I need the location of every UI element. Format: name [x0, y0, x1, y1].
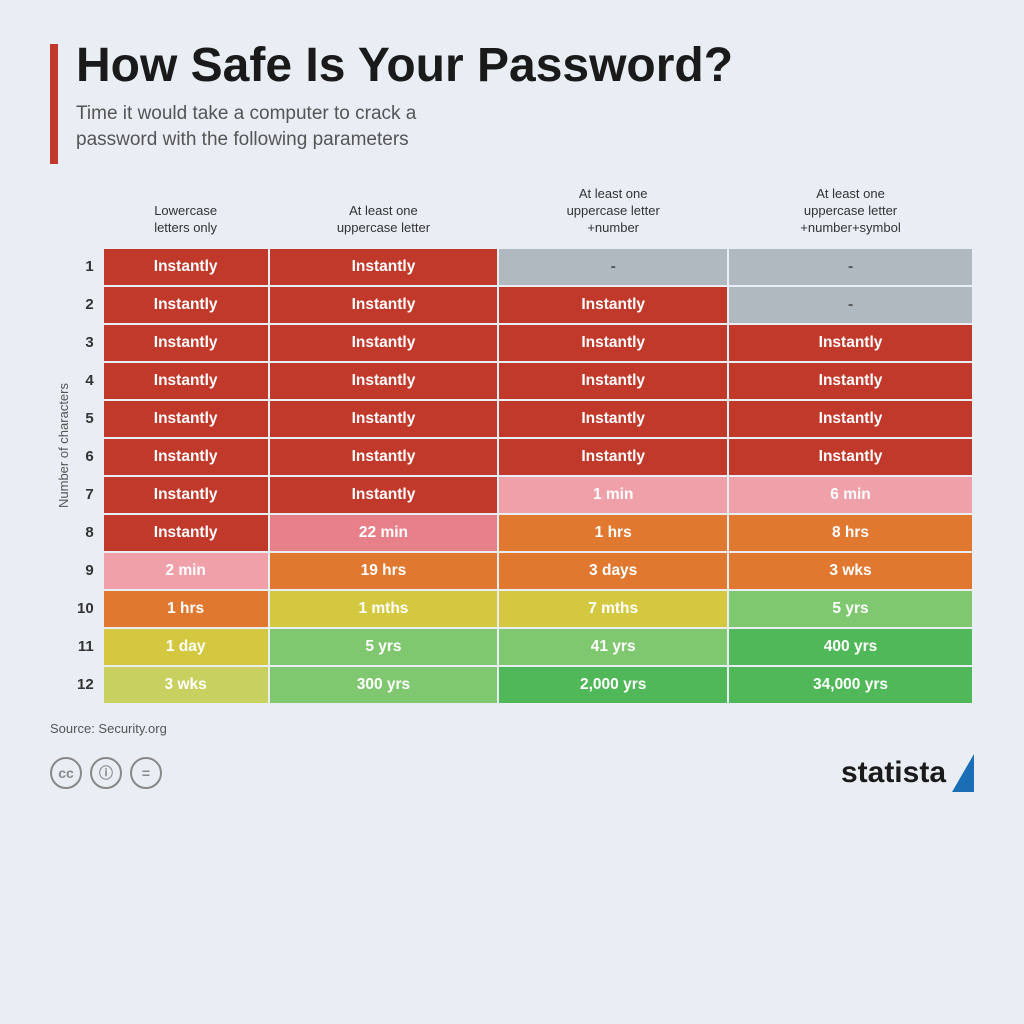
password-table: Lowercaseletters only At least oneupperc…	[71, 186, 974, 705]
row-number: 2	[71, 286, 103, 324]
table-cell: Instantly	[103, 514, 269, 552]
table-cell: Instantly	[103, 324, 269, 362]
table-cell: 3 wks	[728, 552, 973, 590]
table-row: 123 wks300 yrs2,000 yrs34,000 yrs	[71, 666, 973, 704]
table-row: 1InstantlyInstantly--	[71, 248, 973, 286]
title-text: How Safe Is Your Password? Time it would…	[76, 40, 733, 154]
table-cell: 300 yrs	[269, 666, 499, 704]
table-cell: 2,000 yrs	[498, 666, 728, 704]
table-cell: Instantly	[498, 362, 728, 400]
row-number: 3	[71, 324, 103, 362]
table-row: 8Instantly22 min1 hrs8 hrs	[71, 514, 973, 552]
table-container: Lowercaseletters only At least oneupperc…	[71, 186, 974, 705]
table-cell: 8 hrs	[728, 514, 973, 552]
source-text: Source: Security.org	[50, 721, 167, 736]
table-cell: Instantly	[103, 400, 269, 438]
table-cell: 2 min	[103, 552, 269, 590]
header-uppercase-number-symbol: At least oneuppercase letter+number+symb…	[728, 186, 973, 248]
table-row: 3InstantlyInstantlyInstantlyInstantly	[71, 324, 973, 362]
table-cell: Instantly	[269, 362, 499, 400]
table-wrapper: Number of characters Lowercaseletters on…	[50, 186, 974, 705]
table-cell: 3 days	[498, 552, 728, 590]
table-cell: Instantly	[498, 400, 728, 438]
main-title: How Safe Is Your Password?	[76, 40, 733, 93]
table-cell: Instantly	[269, 286, 499, 324]
table-row: 5InstantlyInstantlyInstantlyInstantly	[71, 400, 973, 438]
y-axis-label: Number of characters	[50, 383, 71, 508]
table-cell: Instantly	[103, 438, 269, 476]
footer: cc ⓘ = statista	[50, 754, 974, 792]
table-cell: -	[728, 248, 973, 286]
statista-triangle-icon	[952, 754, 974, 792]
cc-icons-group: cc ⓘ =	[50, 757, 162, 789]
statista-text: statista	[841, 756, 946, 790]
row-number: 11	[71, 628, 103, 666]
table-row: 2InstantlyInstantlyInstantly-	[71, 286, 973, 324]
table-cell: -	[728, 286, 973, 324]
table-cell: Instantly	[498, 324, 728, 362]
header-uppercase-number: At least oneuppercase letter+number	[498, 186, 728, 248]
subtitle: Time it would take a computer to crack a…	[76, 101, 733, 154]
table-cell: Instantly	[103, 362, 269, 400]
table-cell: 22 min	[269, 514, 499, 552]
table-cell: 19 hrs	[269, 552, 499, 590]
table-cell: Instantly	[269, 400, 499, 438]
person-icon: ⓘ	[90, 757, 122, 789]
table-cell: Instantly	[103, 476, 269, 514]
cc-icon: cc	[50, 757, 82, 789]
table-cell: 7 mths	[498, 590, 728, 628]
table-row: 111 day5 yrs41 yrs400 yrs	[71, 628, 973, 666]
table-cell: Instantly	[728, 324, 973, 362]
header-num	[71, 186, 103, 248]
table-row: 6InstantlyInstantlyInstantlyInstantly	[71, 438, 973, 476]
table-cell: 1 mths	[269, 590, 499, 628]
table-cell: 5 yrs	[269, 628, 499, 666]
table-row: 7InstantlyInstantly1 min6 min	[71, 476, 973, 514]
table-cell: 34,000 yrs	[728, 666, 973, 704]
table-cell: Instantly	[498, 438, 728, 476]
table-cell: 1 min	[498, 476, 728, 514]
table-cell: Instantly	[498, 286, 728, 324]
header-lowercase: Lowercaseletters only	[103, 186, 269, 248]
row-number: 4	[71, 362, 103, 400]
table-cell: Instantly	[103, 248, 269, 286]
table-cell: 1 hrs	[103, 590, 269, 628]
table-cell: -	[498, 248, 728, 286]
row-number: 10	[71, 590, 103, 628]
row-number: 5	[71, 400, 103, 438]
table-row: 92 min19 hrs3 days3 wks	[71, 552, 973, 590]
row-number: 1	[71, 248, 103, 286]
table-cell: 41 yrs	[498, 628, 728, 666]
equals-icon: =	[130, 757, 162, 789]
table-cell: Instantly	[103, 286, 269, 324]
title-section: How Safe Is Your Password? Time it would…	[50, 40, 974, 164]
table-cell: Instantly	[269, 248, 499, 286]
table-cell: 6 min	[728, 476, 973, 514]
main-card: How Safe Is Your Password? Time it would…	[0, 0, 1024, 1024]
table-cell: Instantly	[728, 400, 973, 438]
table-header-row: Lowercaseletters only At least oneupperc…	[71, 186, 973, 248]
row-number: 9	[71, 552, 103, 590]
table-cell: 1 hrs	[498, 514, 728, 552]
source-section: Source: Security.org	[50, 721, 974, 736]
table-row: 101 hrs1 mths7 mths5 yrs	[71, 590, 973, 628]
row-number: 6	[71, 438, 103, 476]
table-cell: Instantly	[269, 476, 499, 514]
row-number: 7	[71, 476, 103, 514]
table-cell: Instantly	[269, 438, 499, 476]
table-row: 4InstantlyInstantlyInstantlyInstantly	[71, 362, 973, 400]
table-cell: 1 day	[103, 628, 269, 666]
red-bar	[50, 44, 58, 164]
row-number: 12	[71, 666, 103, 704]
statista-logo: statista	[841, 754, 974, 792]
table-cell: Instantly	[728, 438, 973, 476]
header-uppercase: At least oneuppercase letter	[269, 186, 499, 248]
row-number: 8	[71, 514, 103, 552]
table-cell: 3 wks	[103, 666, 269, 704]
table-cell: Instantly	[269, 324, 499, 362]
table-cell: Instantly	[728, 362, 973, 400]
table-cell: 5 yrs	[728, 590, 973, 628]
table-cell: 400 yrs	[728, 628, 973, 666]
